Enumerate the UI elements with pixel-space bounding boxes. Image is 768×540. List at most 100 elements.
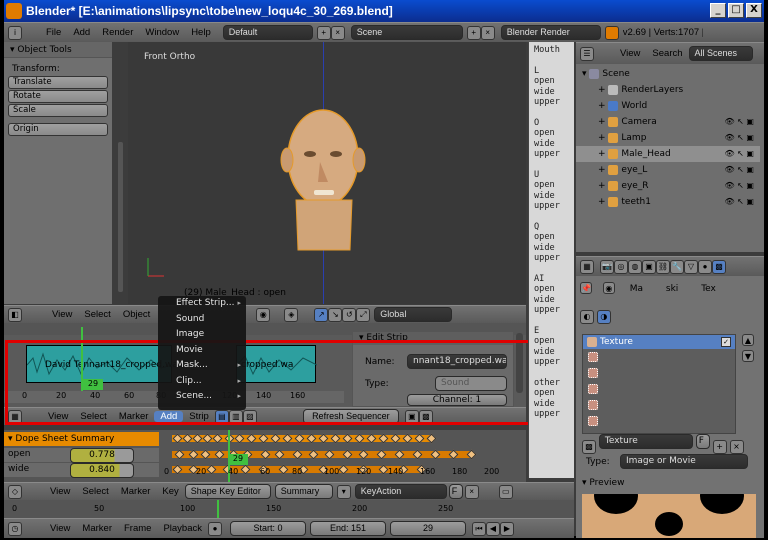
dopesheet-mode-selector[interactable]: Shape Key Editor [184, 484, 271, 499]
sound-strip-left[interactable]: David Tennant18_cropped.wav [26, 345, 183, 383]
expand-icon[interactable]: ▾ [582, 69, 589, 79]
menu-help[interactable]: Help [185, 27, 217, 38]
outliner-editor-icon[interactable]: ☰ [580, 46, 594, 61]
texture-slot-checkbox[interactable]: ✓ [721, 337, 731, 347]
add-menu-mask[interactable]: Mask... ▸ [158, 358, 246, 374]
object-tools-title[interactable]: ▾ Object Tools [4, 42, 112, 58]
translate-button[interactable]: Translate [8, 76, 108, 89]
visibility-icons[interactable]: 👁 ↖ ▣ [724, 146, 754, 162]
origin-button[interactable]: Origin [8, 123, 108, 136]
scale-manip-icon[interactable]: ⤢ [356, 307, 371, 322]
texture-slot-active[interactable]: Texture ✓ [583, 335, 735, 349]
expand-icon[interactable]: + [598, 133, 608, 143]
render-anim-icon[interactable]: ▩ [418, 409, 433, 424]
refresh-sequencer-button[interactable]: Refresh Sequencer [302, 409, 399, 424]
minimize-button[interactable]: _ [710, 3, 726, 18]
preview-panel-title[interactable]: ▾ Preview [582, 478, 624, 488]
shading-icon[interactable]: ◉ [256, 307, 271, 322]
expand-icon[interactable]: + [598, 165, 608, 175]
render-engine-selector[interactable]: Blender Render [500, 25, 601, 40]
3d-viewport[interactable]: Front Ortho (29) Male_Head : open [128, 42, 526, 304]
dopesheet-ruler[interactable]: 0 20 40 60 80 100 120 140 160 180 200 [164, 467, 526, 478]
close-button[interactable]: X [746, 3, 762, 18]
viewport-menu-view[interactable]: View [46, 309, 78, 320]
preview-icon[interactable]: ▨ [242, 409, 257, 424]
texture-add-icon[interactable]: + [712, 439, 727, 454]
text-editor-panel[interactable]: Mouth Lopen wide upper Oopen wide upper Uope… [528, 42, 574, 478]
outliner-row-renderlayers[interactable]: + RenderLayers [576, 82, 760, 98]
outliner-row-world[interactable]: + World [576, 98, 760, 114]
viewport-editor-icon[interactable]: ◧ [8, 307, 22, 322]
outliner-row-scene[interactable]: ▾ Scene [576, 66, 760, 82]
view-type-icon[interactable]: ▤ [214, 409, 229, 424]
expand-icon[interactable]: + [598, 85, 608, 95]
pin-icon[interactable]: 📌 [580, 282, 592, 294]
outliner-row-teeth1[interactable]: + teeth1 👁 ↖ ▣ [576, 194, 760, 210]
visibility-icons[interactable]: 👁 ↖ ▣ [724, 130, 754, 146]
world-context-icon[interactable]: ◐ [580, 310, 594, 324]
outliner-row-camera[interactable]: + Camera 👁 ↖ ▣ [576, 114, 760, 130]
visibility-icons[interactable]: 👁 ↖ ▣ [724, 194, 754, 210]
properties-editor-icon[interactable]: ▦ [580, 259, 594, 274]
end-frame-field[interactable]: End: 151 [310, 521, 386, 536]
texture-slot-list[interactable]: Texture ✓ [582, 334, 736, 434]
current-frame-field[interactable]: 29 [390, 521, 466, 536]
remove-layout-icon[interactable]: × [330, 25, 345, 40]
scene-tab-icon[interactable]: ◎ [614, 259, 628, 274]
expand-icon[interactable]: + [598, 149, 608, 159]
viewport-menu-object[interactable]: Object [117, 309, 156, 320]
summary-toggle[interactable]: Summary [274, 484, 333, 499]
rotate-button[interactable]: Rotate [8, 90, 108, 103]
pivot-icon[interactable]: ◈ [284, 307, 299, 322]
jump-start-icon[interactable]: ⏮ [472, 521, 486, 536]
ds-menu-key[interactable]: Key [156, 486, 184, 497]
add-menu-scene[interactable]: Scene... ▸ [158, 389, 246, 405]
add-menu-sound[interactable]: Sound [158, 312, 246, 328]
menu-file[interactable]: File [40, 27, 67, 38]
ds-menu-select[interactable]: Select [76, 486, 114, 497]
timeline-editor-icon[interactable]: ◷ [8, 521, 22, 536]
sequencer-editor-icon[interactable]: ▦ [8, 409, 22, 424]
seq-menu-add[interactable]: Add [154, 411, 184, 422]
dopesheet-editor-icon[interactable]: ◇ [8, 484, 22, 499]
visibility-icons[interactable]: 👁 ↖ ▣ [724, 178, 754, 194]
sequencer-scrollbar[interactable] [516, 333, 523, 393]
layout-selector[interactable]: Default [222, 25, 313, 40]
outliner-menu-view[interactable]: View [614, 48, 646, 59]
scale-button[interactable]: Scale [8, 104, 108, 117]
male-head-model[interactable] [276, 90, 376, 260]
action-fake-user[interactable]: F [448, 484, 463, 499]
tl-menu-playback[interactable]: Playback [157, 523, 208, 534]
add-menu-movie[interactable]: Movie [158, 343, 246, 359]
timeline-ruler[interactable]: 0 50 100 150 200 250 [4, 500, 574, 518]
seq-menu-select[interactable]: Select [74, 411, 112, 422]
menu-add[interactable]: Add [67, 27, 96, 38]
maximize-button[interactable]: □ [728, 3, 744, 18]
filter-icon[interactable]: ▾ [336, 484, 351, 499]
render-still-icon[interactable]: ▣ [404, 409, 419, 424]
world-tab-icon[interactable]: ◍ [628, 259, 642, 274]
prev-key-icon[interactable]: ◀ [486, 521, 500, 536]
manipulator-icon[interactable]: ↗ [314, 307, 329, 322]
edit-strip-title[interactable]: ▾ Edit Strip [353, 332, 513, 345]
channel-open-value[interactable]: 0.778 [70, 448, 134, 463]
menu-window[interactable]: Window [139, 27, 185, 38]
action-unlink-icon[interactable]: × [464, 484, 479, 499]
material-context-icon[interactable]: ◑ [596, 310, 611, 324]
tl-menu-frame[interactable]: Frame [118, 523, 157, 534]
channel-wide-value[interactable]: 0.840 [70, 463, 134, 478]
tl-menu-view[interactable]: View [44, 523, 76, 534]
viewport-menu-select[interactable]: Select [78, 309, 116, 320]
record-icon[interactable]: ● [208, 521, 222, 536]
texture-browse-icon[interactable]: ▩ [582, 439, 596, 454]
ds-menu-view[interactable]: View [44, 486, 76, 497]
rotate-manip-icon[interactable]: ↺ [342, 307, 357, 322]
channel-wide-row[interactable]: wide 0.840 [4, 463, 159, 478]
outliner-row-eye-l[interactable]: + eye_L 👁 ↖ ▣ [576, 162, 760, 178]
seq-menu-view[interactable]: View [42, 411, 74, 422]
sound-strip-right[interactable]: cropped.wa [236, 345, 317, 383]
text-editor-icon[interactable]: ▭ [498, 484, 513, 499]
translate-manip-icon[interactable]: ↘ [328, 307, 343, 322]
scene-selector[interactable]: Scene [350, 25, 463, 40]
data-tab-icon[interactable]: ▽ [684, 259, 698, 274]
